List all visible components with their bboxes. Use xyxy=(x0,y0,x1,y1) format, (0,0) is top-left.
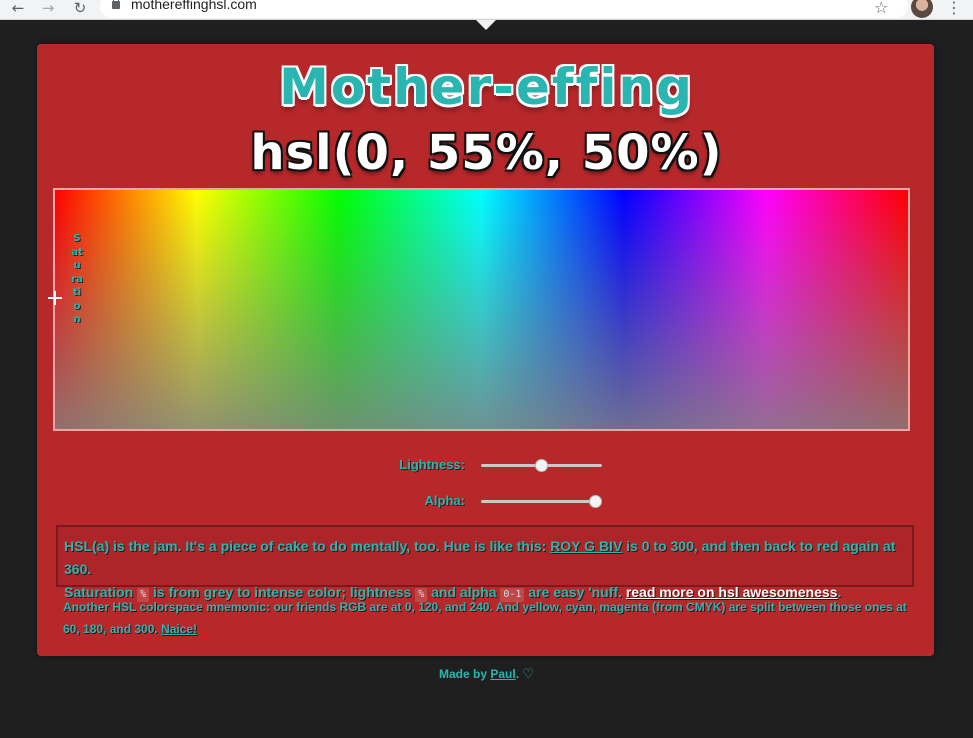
lightness-label: Lightness: xyxy=(399,457,465,472)
tab-notch xyxy=(476,20,496,30)
profile-avatar[interactable] xyxy=(911,0,933,18)
saturation-axis-label: Saturation xyxy=(71,233,83,325)
bookmark-star-icon[interactable]: ☆ xyxy=(874,0,888,17)
address-bar[interactable]: mothereffinghsl.com xyxy=(100,0,908,18)
page-title: Mother-effing xyxy=(279,58,694,116)
info-text: HSL(a) is the jam. It's a piece of cake … xyxy=(64,538,551,554)
naice-link[interactable]: Naice! xyxy=(161,622,197,636)
author-link[interactable]: Paul xyxy=(490,667,515,681)
lock-icon xyxy=(112,0,120,9)
back-arrow-icon[interactable]: ← xyxy=(8,0,28,17)
mnemonic-note: Another HSL colorspace mnemonic: our fri… xyxy=(63,596,913,640)
kebab-menu-icon[interactable]: ⋮ xyxy=(946,0,962,17)
url-text[interactable]: mothereffinghsl.com xyxy=(131,0,257,12)
hsl-value-title: hsl(0, 55%, 50%) xyxy=(250,125,723,181)
footer-text: Made by xyxy=(438,667,491,681)
alpha-slider-thumb[interactable] xyxy=(589,495,602,508)
alpha-label: Alpha: xyxy=(424,493,465,508)
footer: Made by Paul. ♡ xyxy=(0,667,973,682)
hsl-info-box: HSL(a) is the jam. It's a piece of cake … xyxy=(56,525,914,602)
picker-crosshair[interactable] xyxy=(48,291,62,305)
browser-toolbar: ← → ↻ mothereffinghsl.com ☆ ⋮ xyxy=(0,0,973,20)
reload-icon[interactable]: ↻ xyxy=(70,0,90,17)
hue-saturation-picker[interactable]: Saturation xyxy=(48,188,910,431)
alpha-slider-track[interactable] xyxy=(481,500,597,503)
roygbiv-link[interactable]: ROY G BIV xyxy=(550,538,622,554)
forward-arrow-icon[interactable]: → xyxy=(38,0,58,17)
lightness-slider-thumb[interactable] xyxy=(535,459,548,472)
heart-icon: ♡ xyxy=(522,667,535,682)
